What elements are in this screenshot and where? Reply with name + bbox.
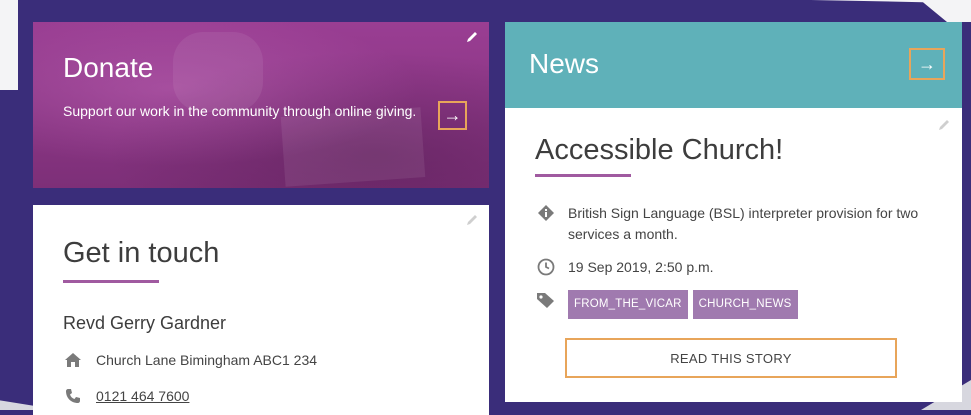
story-date: 19 Sep 2019, 2:50 p.m. xyxy=(568,259,714,275)
pencil-icon[interactable] xyxy=(465,213,479,232)
news-header: News → xyxy=(505,22,962,108)
news-title: News xyxy=(529,48,600,79)
contact-card: Get in touch Revd Gerry Gardner Church L… xyxy=(33,205,489,415)
story-title[interactable]: Accessible Church! xyxy=(535,134,783,167)
donate-description: Support our work in the community throug… xyxy=(63,103,417,119)
title-underline xyxy=(535,174,631,177)
story-summary-row: British Sign Language (BSL) interpreter … xyxy=(535,203,935,245)
donate-title: Donate xyxy=(63,52,154,83)
tag-from-the-vicar[interactable]: FROM_THE_VICAR xyxy=(568,290,688,319)
phone-row: 0121 464 7600 xyxy=(63,387,189,405)
contact-title: Get in touch xyxy=(63,237,220,269)
tag-icon xyxy=(535,290,557,311)
contact-name: Revd Gerry Gardner xyxy=(63,313,227,333)
clock-icon xyxy=(535,257,557,278)
address-row: Church Lane Bimingham ABC1 234 xyxy=(63,351,317,369)
background-photo-shape xyxy=(173,32,263,112)
address-text: Church Lane Bimingham ABC1 234 xyxy=(96,352,318,368)
story-date-row: 19 Sep 2019, 2:50 p.m. xyxy=(535,257,714,278)
arrow-right-icon: → xyxy=(443,105,462,125)
pencil-icon[interactable] xyxy=(937,118,951,137)
title-underline xyxy=(63,280,159,283)
page-corner xyxy=(0,0,18,90)
page-corner xyxy=(811,0,971,22)
news-arrow-button[interactable]: → xyxy=(909,48,945,80)
phone-link[interactable]: 0121 464 7600 xyxy=(96,388,189,404)
arrow-right-icon: → xyxy=(918,53,936,74)
home-icon xyxy=(63,351,83,369)
pencil-icon[interactable] xyxy=(465,30,479,49)
donate-arrow-button[interactable]: → xyxy=(438,101,467,130)
tag-church-news[interactable]: CHURCH_NEWS xyxy=(692,290,798,319)
phone-icon xyxy=(63,387,83,405)
info-diamond-icon xyxy=(535,203,557,224)
donate-card[interactable]: Donate Support our work in the community… xyxy=(33,22,489,188)
read-story-button[interactable]: READ THIS STORY xyxy=(565,338,897,378)
news-card: News → Accessible Church! British Sign L… xyxy=(505,22,962,402)
story-tags-row: FROM_THE_VICAR CHURCH_NEWS xyxy=(535,290,803,319)
story-summary: British Sign Language (BSL) interpreter … xyxy=(568,205,919,242)
